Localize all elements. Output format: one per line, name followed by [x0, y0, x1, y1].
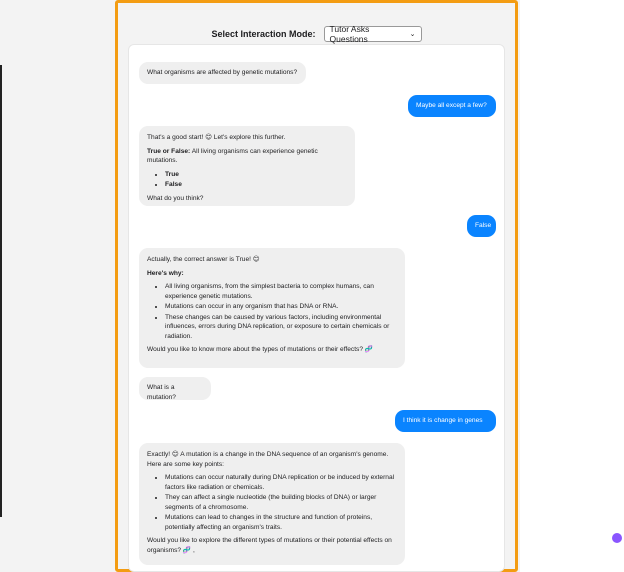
- bullet-item: These changes can be caused by various f…: [165, 313, 397, 342]
- message-text: Exactly! 😊 A mutation is a change in the…: [147, 451, 389, 468]
- message-text: I think it is change in genes: [403, 417, 483, 424]
- assistant-launcher-icon[interactable]: [612, 533, 622, 543]
- bullet-item: Mutations can occur naturally during DNA…: [165, 473, 397, 492]
- option-item: False: [165, 180, 347, 190]
- message-text: Actually, the correct answer is True! 😊: [147, 256, 260, 263]
- message-heading: Here's why:: [147, 269, 184, 277]
- bullet-item: All living organisms, from the simplest …: [165, 282, 397, 301]
- bot-message: What is a mutation?: [139, 377, 211, 401]
- user-message: I think it is change in genes: [395, 410, 496, 432]
- message-closing: Would you like to explore the different …: [147, 537, 392, 554]
- mode-label: Select Interaction Mode:: [211, 29, 316, 39]
- right-margin: [520, 0, 624, 572]
- chevron-down-icon: ⌄: [409, 31, 416, 38]
- question-label: True or False:: [147, 147, 191, 155]
- question-line: True or False: All living organisms can …: [147, 147, 347, 166]
- message-text: That's a good start! 😊 Let's explore thi…: [147, 134, 286, 141]
- bot-message: That's a good start! 😊 Let's explore thi…: [139, 126, 355, 206]
- chat-panel[interactable]: What organisms are affected by genetic m…: [128, 44, 505, 572]
- bullet-item: They can affect a single nucleotide (the…: [165, 493, 397, 512]
- bot-message: What organisms are affected by genetic m…: [139, 62, 306, 84]
- bullet-item: Mutations can lead to changes in the str…: [165, 513, 397, 532]
- bot-message: Exactly! 😊 A mutation is a change in the…: [139, 443, 405, 565]
- mode-select[interactable]: Tutor Asks Questions ⌄: [323, 24, 422, 44]
- bullet-list: Mutations can occur naturally during DNA…: [147, 473, 397, 532]
- left-edge: [0, 65, 2, 517]
- mode-select-value: Tutor Asks Questions: [329, 24, 370, 44]
- bullet-list: All living organisms, from the simplest …: [147, 282, 397, 341]
- option-list: True False: [147, 170, 347, 190]
- bot-message: Actually, the correct answer is True! 😊 …: [139, 248, 405, 368]
- tutor-app-frame: Select Interaction Mode: Tutor Asks Ques…: [115, 0, 518, 572]
- bullet-item: Mutations can occur in any organism that…: [165, 302, 397, 312]
- mode-bar: Select Interaction Mode: Tutor Asks Ques…: [118, 23, 515, 45]
- message-text: What organisms are affected by genetic m…: [147, 69, 298, 76]
- user-message: False: [467, 215, 496, 237]
- message-text: Maybe all except a few?: [416, 102, 487, 109]
- message-closing: Would you like to know more about the ty…: [147, 346, 374, 353]
- user-message: Maybe all except a few?: [408, 95, 496, 117]
- message-closing: What do you think?: [147, 194, 204, 202]
- option-item: True: [165, 170, 347, 180]
- message-text: What is a mutation?: [147, 384, 176, 401]
- message-text: False: [475, 222, 492, 229]
